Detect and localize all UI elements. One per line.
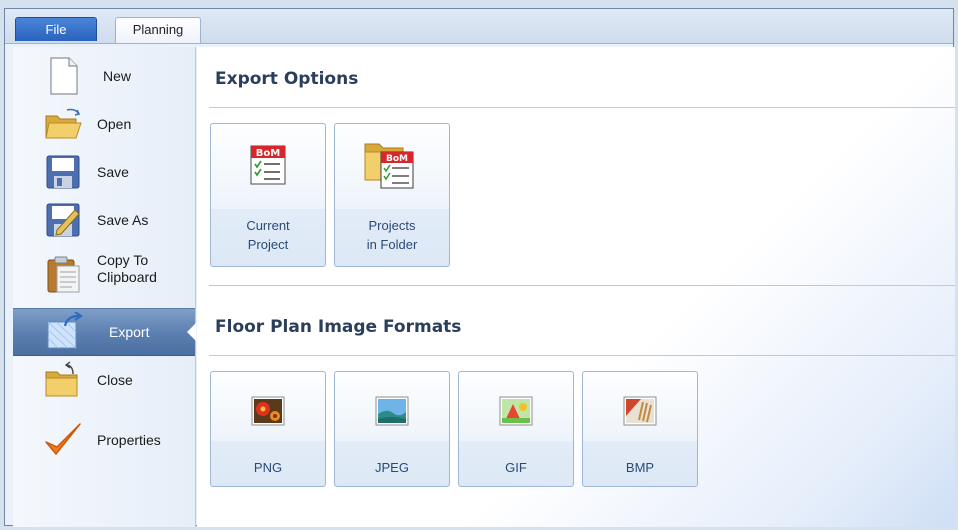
- sidebar-item-label-line1: Copy To: [97, 252, 149, 268]
- sidebar-item-label-line2: Clipboard: [97, 269, 157, 285]
- sidebar-item-label: Close: [97, 371, 133, 388]
- jpeg-image-icon: [375, 396, 409, 426]
- save-as-icon: [46, 203, 80, 237]
- svg-text:BoM: BoM: [386, 154, 408, 164]
- tile-label: PNG: [253, 459, 283, 475]
- png-button[interactable]: PNG: [210, 371, 326, 487]
- sidebar-item-label: Open: [97, 115, 132, 132]
- sidebar-item-properties[interactable]: Properties: [13, 417, 195, 463]
- bom-icon: BoM: [250, 145, 286, 185]
- tile-label: Current Project: [211, 216, 325, 254]
- export-icon: [47, 312, 83, 349]
- clipboard-icon: [47, 256, 80, 293]
- ribbon-tab-bar: File Planning: [5, 9, 953, 44]
- sidebar-item-label: Export: [109, 323, 150, 340]
- section-divider: [209, 285, 955, 286]
- sidebar-item-label: Copy To Clipboard: [97, 252, 157, 286]
- png-image-icon: [251, 396, 285, 426]
- tile-label: GIF: [505, 459, 527, 475]
- sidebar-item-save[interactable]: Save: [13, 149, 195, 195]
- sidebar-item-label: New: [103, 67, 132, 84]
- current-project-button[interactable]: BoM Current Project: [210, 123, 326, 267]
- main-content: Export Options BoM Current Project BoM P…: [197, 47, 955, 527]
- jpeg-button[interactable]: JPEG: [334, 371, 450, 487]
- new-document-icon: [50, 57, 78, 95]
- sidebar-item-close[interactable]: Close: [13, 357, 195, 403]
- svg-text:BoM: BoM: [256, 148, 280, 159]
- checkmark-icon: [45, 423, 81, 455]
- tab-file[interactable]: File: [15, 17, 97, 41]
- gif-image-icon: [499, 396, 533, 426]
- save-disk-icon: [46, 155, 80, 189]
- sidebar-item-new[interactable]: New: [13, 53, 195, 99]
- bom-folder-icon: BoM: [364, 143, 414, 189]
- tile-label: Projects in Folder: [335, 216, 449, 254]
- tile-label-line2: in Folder: [366, 237, 418, 252]
- tile-label-line1: Current: [246, 218, 290, 233]
- active-item-pointer: [187, 323, 196, 341]
- sidebar-item-copy-to-clipboard[interactable]: Copy To Clipboard: [13, 247, 195, 301]
- application-window: File Planning New Open Save Save As Copy…: [4, 8, 955, 527]
- sidebar-item-label: Save: [97, 163, 129, 180]
- tile-label-line2: Project: [247, 237, 289, 252]
- tile-label: BMP: [625, 459, 655, 475]
- image-formats-divider: [209, 355, 955, 356]
- bmp-image-icon: [623, 396, 657, 426]
- bmp-button[interactable]: BMP: [582, 371, 698, 487]
- image-formats-title: Floor Plan Image Formats: [215, 317, 462, 337]
- gif-button[interactable]: GIF: [458, 371, 574, 487]
- file-menu-sidebar: New Open Save Save As Copy To Clipboard …: [13, 47, 196, 527]
- sidebar-item-open[interactable]: Open: [13, 101, 195, 147]
- open-folder-icon: [45, 108, 82, 139]
- sidebar-item-export[interactable]: Export: [13, 308, 196, 356]
- projects-in-folder-button[interactable]: BoM Projects in Folder: [334, 123, 450, 267]
- sidebar-item-label: Properties: [97, 431, 161, 448]
- tile-label: JPEG: [375, 459, 409, 475]
- export-options-divider: [209, 107, 955, 108]
- export-options-title: Export Options: [215, 69, 359, 89]
- sidebar-item-save-as[interactable]: Save As: [13, 197, 195, 243]
- tile-label-line1: Projects: [368, 218, 416, 233]
- sidebar-item-label: Save As: [97, 211, 149, 228]
- tab-planning[interactable]: Planning: [115, 17, 201, 43]
- close-folder-icon: [45, 361, 78, 397]
